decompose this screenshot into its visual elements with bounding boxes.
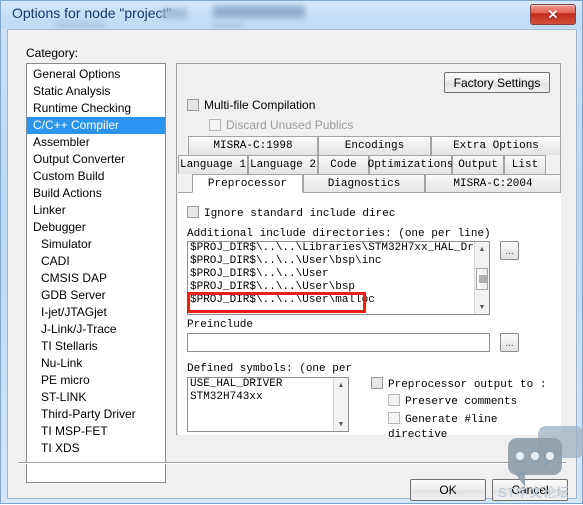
sidebar-item-cmsis-dap[interactable]: CMSIS DAP [27, 270, 165, 287]
tab-code[interactable]: Code [318, 155, 369, 174]
tab-misra-c-2004[interactable]: MISRA-C:2004 [425, 174, 561, 193]
scroll-up-arrow-icon[interactable]: ▲ [334, 378, 348, 392]
sidebar-item-general-options[interactable]: General Options [27, 66, 165, 83]
sidebar-item-ti-xds[interactable]: TI XDS [27, 440, 165, 457]
preprocessor-output-row[interactable]: Preprocessor output to : [371, 376, 546, 391]
sidebar-item-debugger[interactable]: Debugger [27, 219, 165, 236]
sidebar-item-st-link[interactable]: ST-LINK [27, 389, 165, 406]
tab-row-3: Preprocessor Diagnostics MISRA-C:2004 [178, 174, 561, 193]
scrollbar-thumb[interactable] [476, 268, 488, 290]
category-list[interactable]: General Options Static Analysis Runtime Ch… [26, 63, 166, 483]
cancel-button[interactable]: Cancel [492, 479, 568, 501]
tab-output[interactable]: Output [452, 155, 504, 174]
sidebar-item-nu-link[interactable]: Nu-Link [27, 355, 165, 372]
scroll-down-arrow-icon[interactable]: ▼ [475, 300, 489, 314]
preserve-comments-row: Preserve comments [388, 393, 517, 408]
include-directories-listbox[interactable]: $PROJ_DIR$\..\..\Libraries\STM32H7xx_HAL… [187, 241, 490, 315]
close-icon: ✕ [547, 6, 559, 22]
preserve-comments-checkbox [388, 394, 400, 406]
tab-row-1: MISRA-C:1998 Encodings Extra Options [178, 136, 561, 155]
blurred-text-artifact-2 [56, 21, 106, 29]
defined-symbols-listbox[interactable]: USE_HAL_DRIVER STM32H743xx ▲ ▼ [187, 377, 349, 432]
sidebar-item-cadi[interactable]: CADI [27, 253, 165, 270]
tab-language-1[interactable]: Language 1 [178, 155, 248, 174]
tab-row-2: Language 1 Language 2 Code Optimizations… [178, 155, 561, 174]
list-item[interactable]: $PROJ_DIR$\..\..\User\malloc [188, 294, 489, 307]
options-pane: Factory Settings Multi-file Compilation … [176, 63, 561, 441]
footer-separator [18, 462, 566, 464]
sidebar-item-simulator[interactable]: Simulator [27, 236, 165, 253]
window-title: Options for node "project" [12, 5, 172, 21]
list-item[interactable]: USE_HAL_DRIVER [188, 378, 348, 391]
preprocessor-output-checkbox[interactable] [371, 377, 383, 389]
ignore-standard-include-checkbox[interactable] [187, 206, 199, 218]
ignore-standard-include-row[interactable]: Ignore standard include direc [187, 205, 395, 220]
tab-strip[interactable]: MISRA-C:1998 Encodings Extra Options Lan… [178, 136, 561, 193]
tab-misra-c-1998[interactable]: MISRA-C:1998 [188, 136, 318, 155]
multi-file-compilation-checkbox[interactable] [187, 99, 199, 111]
sidebar-item-ti-msp-fet[interactable]: TI MSP-FET [27, 423, 165, 440]
preprocessor-output-label: Preprocessor output to : [388, 379, 547, 391]
sidebar-item-runtime-checking[interactable]: Runtime Checking [27, 100, 165, 117]
generate-line-directives-checkbox [388, 412, 400, 424]
ok-button[interactable]: OK [410, 479, 486, 501]
scroll-down-arrow-icon[interactable]: ▼ [334, 417, 348, 431]
tab-diagnostics[interactable]: Diagnostics [303, 174, 425, 193]
discard-unused-publics-label: Discard Unused Publics [226, 118, 354, 132]
blurred-text-artifact [161, 8, 187, 19]
sidebar-item-j-link-j-trace[interactable]: J-Link/J-Trace [27, 321, 165, 338]
browse-preinclude-button[interactable]: ... [500, 333, 519, 352]
sidebar-item-i-jet-jtagjet[interactable]: I-jet/JTAGjet [27, 304, 165, 321]
preprocessor-tab-page: Ignore standard include direc Additional… [178, 192, 561, 441]
tab-preprocessor[interactable]: Preprocessor [192, 174, 303, 193]
sidebar-item-c-c-compiler[interactable]: C/C++ Compiler [27, 117, 165, 134]
defined-symbols-scrollbar[interactable]: ▲ ▼ [333, 378, 348, 431]
options-dialog-window: Options for node "project" ✕ Category: G… [0, 0, 583, 504]
dialog-client-area: Category: General Options Static Analysis… [7, 29, 577, 501]
list-item[interactable]: $PROJ_DIR$\..\..\User [188, 268, 489, 281]
sidebar-item-third-party-driver[interactable]: Third-Party Driver [27, 406, 165, 423]
include-list-scrollbar[interactable]: ▲ ▼ [474, 242, 489, 314]
generate-line-directives-row: Generate #line directive [388, 411, 561, 441]
sidebar-item-linker[interactable]: Linker [27, 202, 165, 219]
sidebar-item-custom-build[interactable]: Custom Build [27, 168, 165, 185]
list-item[interactable]: $PROJ_DIR$\..\..\Libraries\STM32H7xx_HAL… [188, 242, 489, 255]
scrollbar-grip-icon [479, 275, 487, 283]
browse-include-dirs-button[interactable]: ... [500, 241, 519, 260]
multi-file-compilation-row[interactable]: Multi-file Compilation [187, 98, 315, 112]
preinclude-label: Preinclude [187, 319, 254, 331]
sidebar-item-pe-micro[interactable]: PE micro [27, 372, 165, 389]
scroll-up-arrow-icon[interactable]: ▲ [475, 242, 489, 256]
blurred-date-artifact [213, 6, 305, 18]
multi-file-compilation-label: Multi-file Compilation [204, 98, 316, 112]
tab-encodings[interactable]: Encodings [318, 136, 431, 155]
preinclude-value [188, 334, 489, 338]
tab-list[interactable]: List [504, 155, 546, 174]
additional-include-label: Additional include directories: (one per… [187, 228, 491, 240]
tab-language-2[interactable]: Language 2 [248, 155, 318, 174]
close-button[interactable]: ✕ [530, 4, 576, 25]
ignore-standard-include-label: Ignore standard include direc [204, 208, 396, 220]
factory-settings-button[interactable]: Factory Settings [444, 72, 550, 93]
sidebar-item-ti-stellaris[interactable]: TI Stellaris [27, 338, 165, 355]
sidebar-item-build-actions[interactable]: Build Actions [27, 185, 165, 202]
title-bar: Options for node "project" ✕ [1, 1, 582, 30]
list-item[interactable]: $PROJ_DIR$\..\..\User\bsp\inc [188, 255, 489, 268]
defined-symbols-label: Defined symbols: (one per [187, 363, 353, 375]
tab-extra-options[interactable]: Extra Options [431, 136, 561, 155]
discard-unused-publics-row: Discard Unused Publics [209, 118, 353, 132]
sidebar-item-static-analysis[interactable]: Static Analysis [27, 83, 165, 100]
sidebar-item-gdb-server[interactable]: GDB Server [27, 287, 165, 304]
list-item[interactable]: $PROJ_DIR$\..\..\User\bsp [188, 281, 489, 294]
category-label: Category: [26, 46, 79, 60]
preserve-comments-label: Preserve comments [405, 396, 518, 408]
discard-unused-publics-checkbox [209, 119, 221, 131]
tab-optimizations[interactable]: Optimizations [368, 155, 453, 174]
sidebar-item-assembler[interactable]: Assembler [27, 134, 165, 151]
preinclude-input[interactable] [187, 333, 490, 352]
generate-line-directives-label: Generate #line directive [388, 414, 498, 441]
list-item[interactable]: STM32H743xx [188, 391, 348, 404]
sidebar-item-output-converter[interactable]: Output Converter [27, 151, 165, 168]
